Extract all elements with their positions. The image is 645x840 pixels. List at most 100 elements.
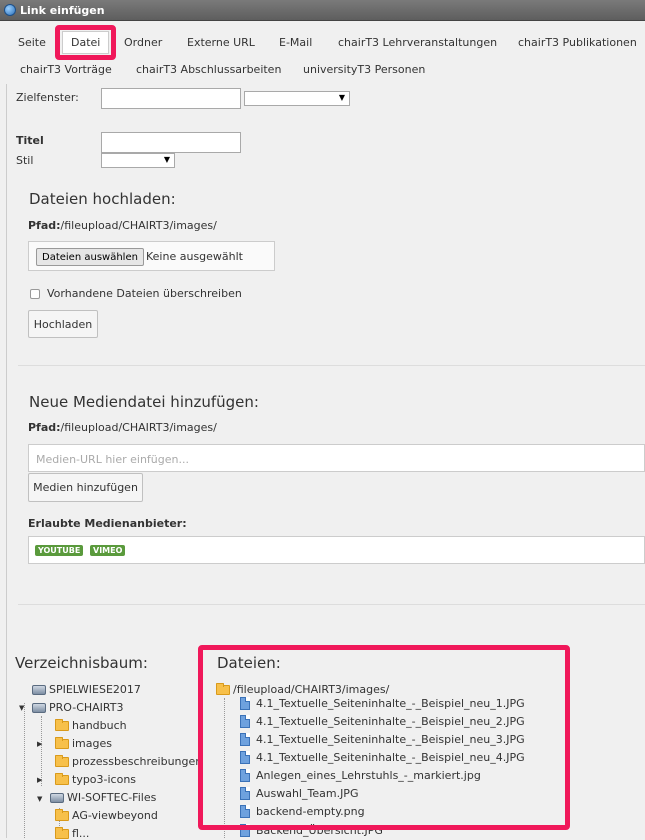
tab-lehrveranstaltungen[interactable]: chairT3 Lehrveranstaltungen xyxy=(338,36,497,49)
title-label: Titel xyxy=(16,134,44,147)
folder-open-icon xyxy=(216,682,230,695)
provider-badge-youtube: YOUTUBE xyxy=(35,545,84,556)
choose-files-button[interactable]: Dateien auswählen xyxy=(36,248,144,266)
server-icon xyxy=(32,702,46,713)
folder-icon xyxy=(55,826,69,839)
frame-border xyxy=(6,84,7,838)
media-path-value: /fileupload/CHAIRT3/images/ xyxy=(60,421,217,434)
media-path: Pfad:/fileupload/CHAIRT3/images/ xyxy=(28,421,217,434)
collapse-toggle-icon[interactable]: ▼ xyxy=(37,795,42,803)
tree-node-label: prozessbeschreibungen xyxy=(72,755,203,768)
tree-node-label: SPIELWIESE2017 xyxy=(49,683,141,696)
media-url-input[interactable]: Medien-URL hier einfügen... xyxy=(28,444,645,472)
title-input[interactable] xyxy=(101,132,241,153)
upload-path: Pfad:/fileupload/CHAIRT3/images/ xyxy=(28,219,217,232)
tab-bar: Seite Datei Ordner Externe URL E-Mail ch… xyxy=(0,22,645,84)
expand-toggle-icon[interactable]: ▶ xyxy=(37,776,42,784)
image-file-icon xyxy=(240,715,250,728)
file-item[interactable]: Backend_Übersicht.JPG xyxy=(240,824,383,837)
upload-heading: Dateien hochladen: xyxy=(29,190,176,208)
tab-externe-url[interactable]: Externe URL xyxy=(187,36,255,49)
folder-icon xyxy=(55,736,69,749)
current-folder: /fileupload/CHAIRT3/images/ xyxy=(216,682,390,696)
file-item[interactable]: 4.1_Textuelle_Seiteninhalte_-_Beispiel_n… xyxy=(240,697,525,710)
add-media-button[interactable]: Medien hinzufügen xyxy=(28,473,143,502)
tree-node[interactable]: images xyxy=(55,736,112,750)
current-folder-path: /fileupload/CHAIRT3/images/ xyxy=(233,683,390,696)
folder-icon xyxy=(55,808,69,821)
media-url-placeholder: Medien-URL hier einfügen... xyxy=(36,453,189,466)
tree-node[interactable]: SPIELWIESE2017 xyxy=(32,683,141,696)
tree-guide-line xyxy=(24,703,25,838)
chevron-down-icon: ▼ xyxy=(338,93,345,102)
files-guide-line xyxy=(224,698,225,838)
file-name: 4.1_Textuelle_Seiteninhalte_-_Beispiel_n… xyxy=(256,715,525,728)
file-name: 4.1_Textuelle_Seiteninhalte_-_Beispiel_n… xyxy=(256,751,525,764)
folder-icon xyxy=(55,772,69,785)
expand-toggle-icon[interactable]: ▶ xyxy=(37,740,42,748)
files-heading: Dateien: xyxy=(217,654,281,672)
tree-node[interactable]: typo3-icons xyxy=(55,772,137,786)
file-name: Anlegen_eines_Lehrstuhls_-_markiert.jpg xyxy=(256,769,481,782)
image-file-icon xyxy=(240,805,250,818)
upload-path-label: Pfad: xyxy=(28,219,61,232)
chevron-down-icon: ▼ xyxy=(163,155,170,164)
file-name: Backend_Übersicht.JPG xyxy=(256,824,383,837)
tab-abschlussarbeiten[interactable]: chairT3 Abschlussarbeiten xyxy=(136,63,281,76)
tab-ordner[interactable]: Ordner xyxy=(124,36,162,49)
image-file-icon xyxy=(240,733,250,746)
image-file-icon xyxy=(240,787,250,800)
tab-publikationen[interactable]: chairT3 Publikationen xyxy=(518,36,637,49)
server-icon xyxy=(50,792,64,803)
folder-icon xyxy=(55,718,69,731)
tab-datei[interactable]: Datei xyxy=(62,31,110,54)
file-item[interactable]: backend-empty.png xyxy=(240,805,365,818)
tree-node[interactable]: fl... xyxy=(55,826,90,840)
tab-email[interactable]: E-Mail xyxy=(279,36,312,49)
style-label: Stil xyxy=(16,154,34,167)
tab-seite[interactable]: Seite xyxy=(18,36,46,49)
tree-node-label: typo3-icons xyxy=(72,773,137,786)
tree-node[interactable]: PRO-CHAIRT3 xyxy=(32,701,124,714)
no-file-selected-text: Keine ausgewählt xyxy=(146,250,243,263)
tree-node[interactable]: WI-SOFTEC-Files xyxy=(50,791,156,804)
target-input[interactable] xyxy=(101,88,241,109)
file-item[interactable]: 4.1_Textuelle_Seiteninhalte_-_Beispiel_n… xyxy=(240,733,525,746)
image-file-icon xyxy=(240,769,250,782)
tree-node-label: images xyxy=(72,737,112,750)
tree-node-label: fl... xyxy=(72,827,90,840)
file-item[interactable]: Anlegen_eines_Lehrstuhls_-_markiert.jpg xyxy=(240,769,481,782)
provider-badge-vimeo: VIMEO xyxy=(90,545,126,556)
file-item[interactable]: 4.1_Textuelle_Seiteninhalte_-_Beispiel_n… xyxy=(240,751,525,764)
tab-personen[interactable]: universityT3 Personen xyxy=(303,63,425,76)
media-path-label: Pfad: xyxy=(28,421,61,434)
overwrite-label: Vorhandene Dateien überschreiben xyxy=(47,287,242,300)
tree-node-label: AG-viewbeyond xyxy=(72,809,158,822)
tree-node[interactable]: prozessbeschreibungen xyxy=(55,754,203,768)
tree-heading: Verzeichnisbaum: xyxy=(15,654,148,672)
style-select[interactable]: ▼ xyxy=(101,153,175,168)
folder-icon xyxy=(55,754,69,767)
image-file-icon xyxy=(240,824,250,837)
tree-node[interactable]: handbuch xyxy=(55,718,127,732)
section-divider xyxy=(18,365,645,366)
overwrite-checkbox[interactable] xyxy=(30,289,40,299)
tree-node-label: PRO-CHAIRT3 xyxy=(49,701,124,714)
tree-node-label: WI-SOFTEC-Files xyxy=(67,791,157,804)
file-name: 4.1_Textuelle_Seiteninhalte_-_Beispiel_n… xyxy=(256,733,525,746)
media-heading: Neue Mediendatei hinzufügen: xyxy=(29,393,259,411)
file-item[interactable]: Auswahl_Team.JPG xyxy=(240,787,358,800)
target-label: Zielfenster: xyxy=(16,91,79,104)
file-picker: Dateien auswählen Keine ausgewählt xyxy=(28,241,275,271)
tree-node-label: handbuch xyxy=(72,719,127,732)
upload-button[interactable]: Hochladen xyxy=(28,310,98,338)
upload-path-value: /fileupload/CHAIRT3/images/ xyxy=(60,219,217,232)
tab-vortraege[interactable]: chairT3 Vorträge xyxy=(20,63,112,76)
target-select[interactable]: ▼ xyxy=(244,91,350,106)
file-item[interactable]: 4.1_Textuelle_Seiteninhalte_-_Beispiel_n… xyxy=(240,715,525,728)
window-titlebar: Link einfügen xyxy=(0,0,645,21)
image-file-icon xyxy=(240,697,250,710)
tree-node[interactable]: AG-viewbeyond xyxy=(55,808,158,822)
section-divider xyxy=(18,604,645,605)
collapse-toggle-icon[interactable]: ▼ xyxy=(19,704,24,712)
